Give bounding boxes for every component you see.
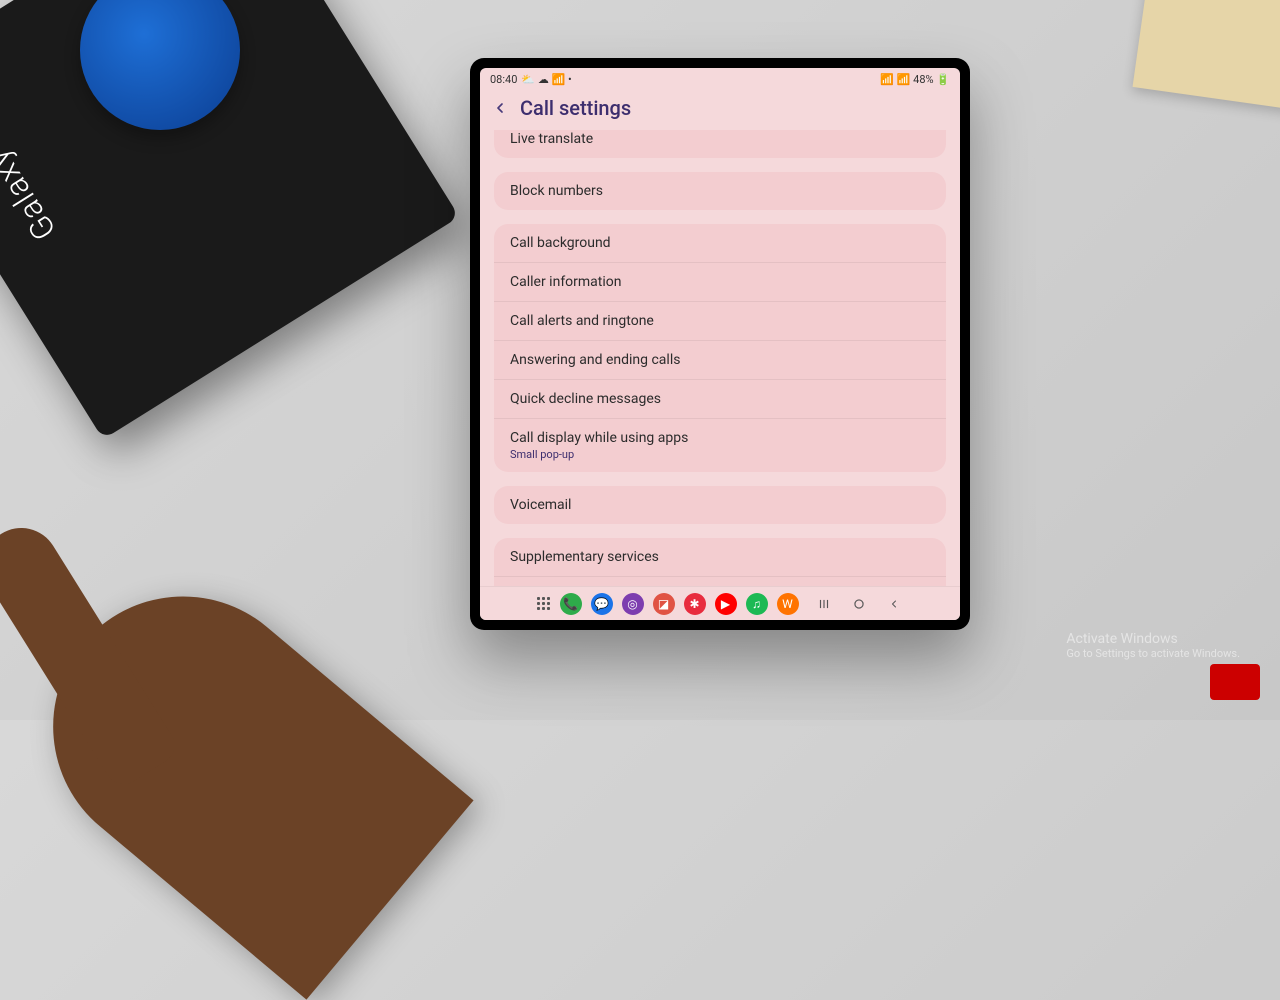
- page-title: Call settings: [520, 96, 631, 120]
- settings-list[interactable]: Live translate Block numbers Call backgrou…: [480, 130, 960, 586]
- home-button[interactable]: [849, 596, 869, 612]
- windows-watermark: Activate Windows Go to Settings to activ…: [1066, 631, 1240, 660]
- settings-row[interactable]: Quick decline messages: [494, 379, 946, 418]
- recents-button[interactable]: [814, 596, 834, 612]
- back-button[interactable]: [490, 98, 510, 118]
- settings-group: Live translate: [494, 130, 946, 158]
- settings-row[interactable]: Voicemail: [494, 486, 946, 524]
- status-bar: 08:40 ⛅ ☁ 📶 • 📶 📶 48% 🔋: [480, 68, 960, 90]
- wood-prop: [1133, 0, 1280, 112]
- settings-row[interactable]: Call display while using apps Small pop-u…: [494, 418, 946, 472]
- status-time: 08:40: [490, 73, 517, 86]
- settings-header: Call settings: [480, 90, 960, 130]
- settings-row-label: Caller information: [510, 274, 930, 290]
- settings-row[interactable]: Answering and ending calls: [494, 340, 946, 379]
- settings-row-label: Live translate: [510, 131, 930, 147]
- settings-row-label: Supplementary services: [510, 549, 930, 565]
- watermark-line2: Go to Settings to activate Windows.: [1066, 647, 1240, 660]
- taskbar-app-youtube[interactable]: ▶: [715, 593, 737, 615]
- taskbar-app-app-red1[interactable]: ◪: [653, 593, 675, 615]
- status-right-icons: 📶 📶 48% 🔋: [880, 73, 950, 86]
- settings-row[interactable]: Live translate: [494, 130, 946, 158]
- settings-group: Call background Caller information Call al…: [494, 224, 946, 472]
- settings-row[interactable]: Other call settings: [494, 576, 946, 586]
- device-frame: 08:40 ⛅ ☁ 📶 • 📶 📶 48% 🔋 Call settings Li…: [470, 58, 970, 630]
- settings-group: Voicemail: [494, 486, 946, 524]
- settings-row[interactable]: Caller information: [494, 262, 946, 301]
- settings-row-sublabel: Small pop-up: [510, 448, 930, 461]
- taskbar-app-app-red2[interactable]: ✱: [684, 593, 706, 615]
- settings-group: Block numbers: [494, 172, 946, 210]
- settings-row-label: Voicemail: [510, 497, 930, 513]
- taskbar-app-phone[interactable]: 📞: [560, 593, 582, 615]
- settings-group: Supplementary services Other call setting…: [494, 538, 946, 586]
- taskbar-app-messages[interactable]: 💬: [591, 593, 613, 615]
- settings-row-label: Quick decline messages: [510, 391, 930, 407]
- taskbar-app-viber[interactable]: ◎: [622, 593, 644, 615]
- status-left-icons: ⛅ ☁ 📶 •: [521, 73, 571, 86]
- back-nav-button[interactable]: [884, 596, 904, 612]
- settings-row[interactable]: Supplementary services: [494, 538, 946, 576]
- channel-logo: [1210, 664, 1260, 700]
- screen: 08:40 ⛅ ☁ 📶 • 📶 📶 48% 🔋 Call settings Li…: [480, 68, 960, 620]
- settings-row[interactable]: Call alerts and ringtone: [494, 301, 946, 340]
- settings-row[interactable]: Call background: [494, 224, 946, 262]
- settings-row-label: Call background: [510, 235, 930, 251]
- app-drawer-icon[interactable]: [537, 597, 551, 611]
- taskbar-app-wattpad[interactable]: W: [777, 593, 799, 615]
- settings-row-label: Call alerts and ringtone: [510, 313, 930, 329]
- settings-row-label: Block numbers: [510, 183, 930, 199]
- settings-row-label: Answering and ending calls: [510, 352, 930, 368]
- taskbar: 📞 💬 ◎ ◪ ✱ ▶ ♫ W: [480, 586, 960, 620]
- taskbar-app-spotify[interactable]: ♫: [746, 593, 768, 615]
- settings-row[interactable]: Block numbers: [494, 172, 946, 210]
- hand-overlay: [0, 543, 474, 999]
- watermark-line1: Activate Windows: [1066, 631, 1240, 647]
- settings-row-label: Call display while using apps: [510, 430, 930, 446]
